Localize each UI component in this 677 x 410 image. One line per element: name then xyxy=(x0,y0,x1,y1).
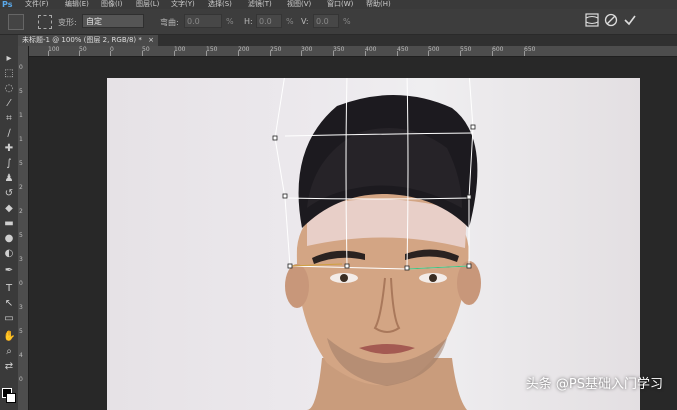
history-brush-icon[interactable]: ↺ xyxy=(3,188,15,200)
magic-wand-icon[interactable]: ⁄ xyxy=(3,98,15,110)
ruler-tick: 200 xyxy=(238,46,250,56)
menu-window[interactable]: 窗口(W) xyxy=(327,0,353,9)
move-tool-icon[interactable]: ▸ xyxy=(3,53,15,65)
ruler-tick: 2 xyxy=(19,208,23,215)
horizontal-ruler: 100 50 0 50 100 150 200 250 300 350 400 … xyxy=(28,46,677,57)
menu-bar: Ps 文件(F) 编辑(E) 图像(I) 图层(L) 文字(Y) 选择(S) 滤… xyxy=(0,0,677,9)
options-bar: 变形: 自定 弯曲: 0.0 % H: 0.0 % V: 0.0 % xyxy=(0,9,677,35)
ruler-tick: 250 xyxy=(270,46,282,56)
tools-panel: ▸ ⬚ ◌ ⁄ ⌗ ∕ ✚ ∫ ♟ ↺ ◆ ▬ ● ◐ ✒ T ↖ ▭ ✋ ⌕ … xyxy=(0,35,19,410)
crop-tool-icon[interactable]: ⌗ xyxy=(3,113,15,125)
ruler-tick: 150 xyxy=(206,46,218,56)
ruler-tick: 100 xyxy=(48,46,60,56)
ruler-tick: 5 xyxy=(19,232,23,239)
warp-grid[interactable] xyxy=(107,78,640,410)
warp-style-select[interactable]: 自定 xyxy=(82,14,144,28)
ruler-tick: 0 xyxy=(19,280,23,287)
ruler-tick: 3 xyxy=(19,304,23,311)
menu-help[interactable]: 帮助(H) xyxy=(366,0,391,9)
v-percent: % xyxy=(343,17,351,26)
menu-view[interactable]: 视图(V) xyxy=(287,0,311,9)
marquee-tool-icon[interactable]: ⬚ xyxy=(3,68,15,80)
commit-icon[interactable] xyxy=(622,13,638,29)
photoshop-logo: Ps xyxy=(2,0,13,9)
type-tool-icon[interactable]: T xyxy=(3,283,15,295)
blur-tool-icon[interactable]: ● xyxy=(3,233,15,245)
vertical-ruler: 0 5 1 1 5 2 2 5 3 0 3 5 4 0 xyxy=(18,46,29,410)
document-canvas[interactable] xyxy=(107,78,640,410)
reference-point-icon[interactable] xyxy=(38,15,52,29)
menu-select[interactable]: 选择(S) xyxy=(208,0,232,9)
ruler-tick: 600 xyxy=(492,46,504,56)
ruler-tick: 350 xyxy=(333,46,345,56)
zoom-tool-icon[interactable]: ⌕ xyxy=(3,346,15,358)
ruler-tick: 100 xyxy=(174,46,186,56)
menu-file[interactable]: 文件(F) xyxy=(25,0,49,9)
menu-edit[interactable]: 编辑(E) xyxy=(65,0,89,9)
document-tab-bar: 未标题-1 @ 100% (图层 2, RGB/8) * × xyxy=(18,35,677,46)
document-tab-title: 未标题-1 @ 100% (图层 2, RGB/8) * xyxy=(22,36,142,44)
hand-tool-icon[interactable]: ✋ xyxy=(3,331,15,343)
ruler-tick: 3 xyxy=(19,256,23,263)
v-distortion-field[interactable]: 0.0 xyxy=(313,14,339,28)
healing-brush-icon[interactable]: ✚ xyxy=(3,143,15,155)
warp-label: 变形: xyxy=(58,18,77,27)
menu-layer[interactable]: 图层(L) xyxy=(136,0,159,9)
bend-percent: % xyxy=(226,17,234,26)
menu-type[interactable]: 文字(Y) xyxy=(171,0,195,9)
ruler-tick: 1 xyxy=(19,136,23,143)
clone-stamp-icon[interactable]: ♟ xyxy=(3,173,15,185)
menu-filter[interactable]: 滤镜(T) xyxy=(248,0,272,9)
ruler-tick: 0 xyxy=(19,376,23,383)
ruler-tick: 550 xyxy=(460,46,472,56)
ruler-tick: 0 xyxy=(110,46,114,56)
ruler-tick: 0 xyxy=(19,64,23,71)
brush-tool-icon[interactable]: ∫ xyxy=(3,158,15,170)
ruler-tick: 5 xyxy=(19,328,23,335)
path-select-icon[interactable]: ↖ xyxy=(3,298,15,310)
ruler-tick: 1 xyxy=(19,112,23,119)
warp-mode-icon[interactable] xyxy=(584,13,600,29)
eraser-icon[interactable]: ◆ xyxy=(3,203,15,215)
gradient-tool-icon[interactable]: ▬ xyxy=(3,218,15,230)
h-label: H: xyxy=(244,17,253,26)
close-icon[interactable]: × xyxy=(148,36,154,44)
eyedropper-icon[interactable]: ∕ xyxy=(3,128,15,140)
canvas-area[interactable] xyxy=(29,57,677,410)
ruler-tick: 500 xyxy=(428,46,440,56)
ruler-tick: 50 xyxy=(79,46,87,56)
swap-colors-icon[interactable]: ⇄ xyxy=(3,361,15,373)
lasso-tool-icon[interactable]: ◌ xyxy=(3,83,15,95)
pen-tool-icon[interactable]: ✒ xyxy=(3,265,15,277)
h-distortion-field[interactable]: 0.0 xyxy=(256,14,282,28)
h-percent: % xyxy=(286,17,294,26)
cancel-icon[interactable] xyxy=(603,13,619,29)
ruler-tick: 300 xyxy=(301,46,313,56)
shape-tool-icon[interactable]: ▭ xyxy=(3,313,15,325)
ruler-tick: 4 xyxy=(19,352,23,359)
ruler-tick: 50 xyxy=(142,46,150,56)
ruler-tick: 650 xyxy=(524,46,536,56)
ruler-tick: 5 xyxy=(19,88,23,95)
v-label: V: xyxy=(301,17,309,26)
tool-preset-picker[interactable] xyxy=(8,14,24,30)
document-tab[interactable]: 未标题-1 @ 100% (图层 2, RGB/8) * × xyxy=(18,35,158,46)
bend-label: 弯曲: xyxy=(160,18,179,27)
background-color-swatch[interactable] xyxy=(6,393,16,403)
bend-field[interactable]: 0.0 xyxy=(184,14,222,28)
ruler-tick: 400 xyxy=(365,46,377,56)
warp-handles xyxy=(272,124,476,271)
menu-image[interactable]: 图像(I) xyxy=(101,0,123,9)
dodge-tool-icon[interactable]: ◐ xyxy=(3,248,15,260)
ruler-tick: 5 xyxy=(19,160,23,167)
ruler-tick: 2 xyxy=(19,184,23,191)
watermark-text: 头条 @PS基础入门学习 xyxy=(525,377,663,392)
ruler-tick: 450 xyxy=(397,46,409,56)
